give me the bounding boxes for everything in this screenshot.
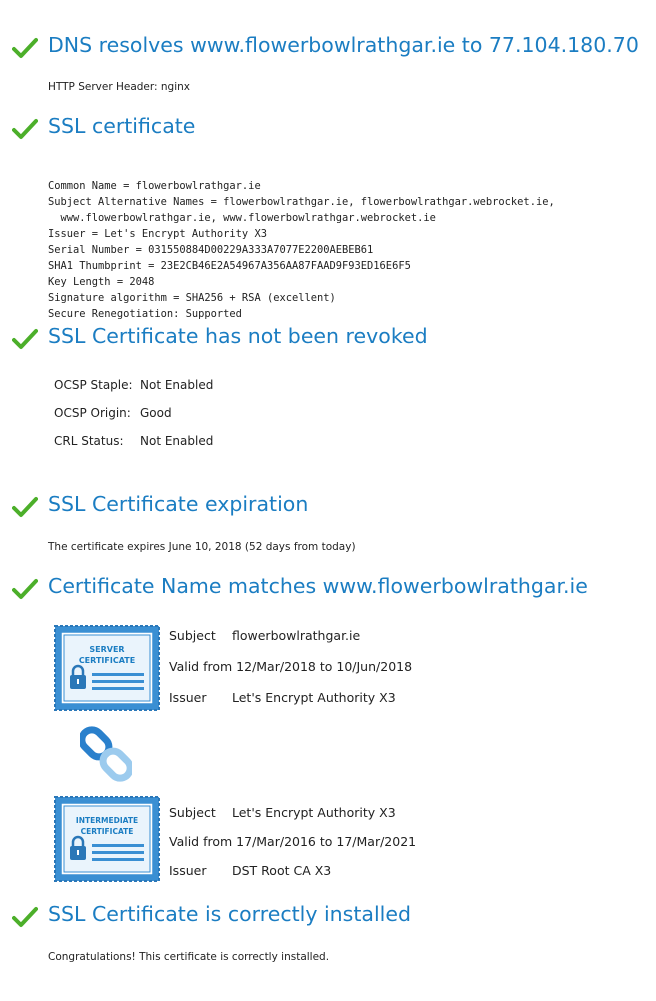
- cert-detail-line: Issuer = Let's Encrypt Authority X3: [48, 228, 267, 240]
- crl-status-value: Not Enabled: [140, 434, 214, 448]
- installed-heading: SSL Certificate is correctly installed: [48, 902, 411, 926]
- intermediate-valid-row: Valid from 17/Mar/2016 to 17/Mar/2021: [169, 834, 417, 849]
- certificate-details: Common Name = flowerbowlrathgar.ie Subjec…: [48, 162, 555, 338]
- check-icon: [12, 579, 38, 599]
- revocation-heading: SSL Certificate has not been revoked: [48, 324, 428, 348]
- ocsp-origin-value: Good: [140, 406, 172, 420]
- cert-detail-line: Common Name = flowerbowlrathgar.ie: [48, 180, 261, 192]
- cert-detail-line: SHA1 Thumbprint = 23E2CB46E2A54967A356AA…: [48, 260, 411, 272]
- server-subject-row: Subject flowerbowlrathgar.ie: [169, 628, 360, 643]
- intermediate-subject-row: Subject Let's Encrypt Authority X3: [169, 805, 396, 820]
- server-issuer-row: Issuer Let's Encrypt Authority X3: [169, 690, 396, 705]
- dns-heading: DNS resolves www.flowerbowlrathgar.ie to…: [48, 33, 639, 57]
- chain-link-icon: [80, 726, 132, 782]
- check-icon: [12, 38, 38, 58]
- intermediate-issuer-row: Issuer DST Root CA X3: [169, 863, 331, 878]
- cert-detail-line: Key Length = 2048: [48, 276, 155, 288]
- check-icon: [12, 329, 38, 349]
- server-subject-value: flowerbowlrathgar.ie: [232, 628, 361, 643]
- cert-detail-line: Secure Renegotiation: Supported: [48, 308, 242, 320]
- crl-status-row: CRL Status: Not Enabled: [54, 434, 213, 448]
- cert-detail-line: Serial Number = 031550884D00229A333A7077…: [48, 244, 374, 256]
- ocsp-staple-label: OCSP Staple:: [54, 378, 133, 392]
- intermediate-issuer-value: DST Root CA X3: [232, 863, 332, 878]
- cert-detail-line: www.flowerbowlrathgar.ie, www.flowerbowl…: [48, 212, 436, 224]
- check-icon: [12, 907, 38, 927]
- expiration-heading: SSL Certificate expiration: [48, 492, 309, 516]
- server-valid-row: Valid from 12/Mar/2018 to 10/Jun/2018: [169, 659, 413, 674]
- issuer-label: Issuer: [169, 690, 207, 705]
- ocsp-staple-row: OCSP Staple: Not Enabled: [54, 378, 213, 392]
- subject-label: Subject: [169, 805, 216, 820]
- badge-line2: CERTIFICATE: [79, 656, 135, 665]
- badge-line1: SERVER: [89, 645, 124, 654]
- installed-text: Congratulations! This certificate is cor…: [48, 951, 330, 963]
- check-icon: [12, 497, 38, 517]
- ocsp-origin-label: OCSP Origin:: [54, 406, 131, 420]
- badge-line2: CERTIFICATE: [81, 827, 134, 836]
- ocsp-origin-row: OCSP Origin: Good: [54, 406, 172, 420]
- name-match-heading: Certificate Name matches www.flowerbowlr…: [48, 574, 588, 598]
- server-header-text: HTTP Server Header: nginx: [48, 81, 191, 93]
- cert-detail-line: Signature algorithm = SHA256 + RSA (exce…: [48, 292, 336, 304]
- issuer-label: Issuer: [169, 863, 207, 878]
- certificate-badge-icon: INTERMEDIATE CERTIFICATE: [54, 796, 160, 882]
- certificate-badge-icon: SERVER CERTIFICATE: [54, 625, 160, 711]
- intermediate-subject-value: Let's Encrypt Authority X3: [232, 805, 396, 820]
- expiration-text: The certificate expires June 10, 2018 (5…: [48, 541, 356, 553]
- cert-detail-line: Subject Alternative Names = flowerbowlra…: [48, 196, 555, 208]
- badge-line1: INTERMEDIATE: [76, 816, 138, 825]
- check-icon: [12, 119, 38, 139]
- subject-label: Subject: [169, 628, 216, 643]
- server-issuer-value: Let's Encrypt Authority X3: [232, 690, 396, 705]
- crl-status-label: CRL Status:: [54, 434, 124, 448]
- ocsp-staple-value: Not Enabled: [140, 378, 214, 392]
- ssl-certificate-heading: SSL certificate: [48, 114, 196, 138]
